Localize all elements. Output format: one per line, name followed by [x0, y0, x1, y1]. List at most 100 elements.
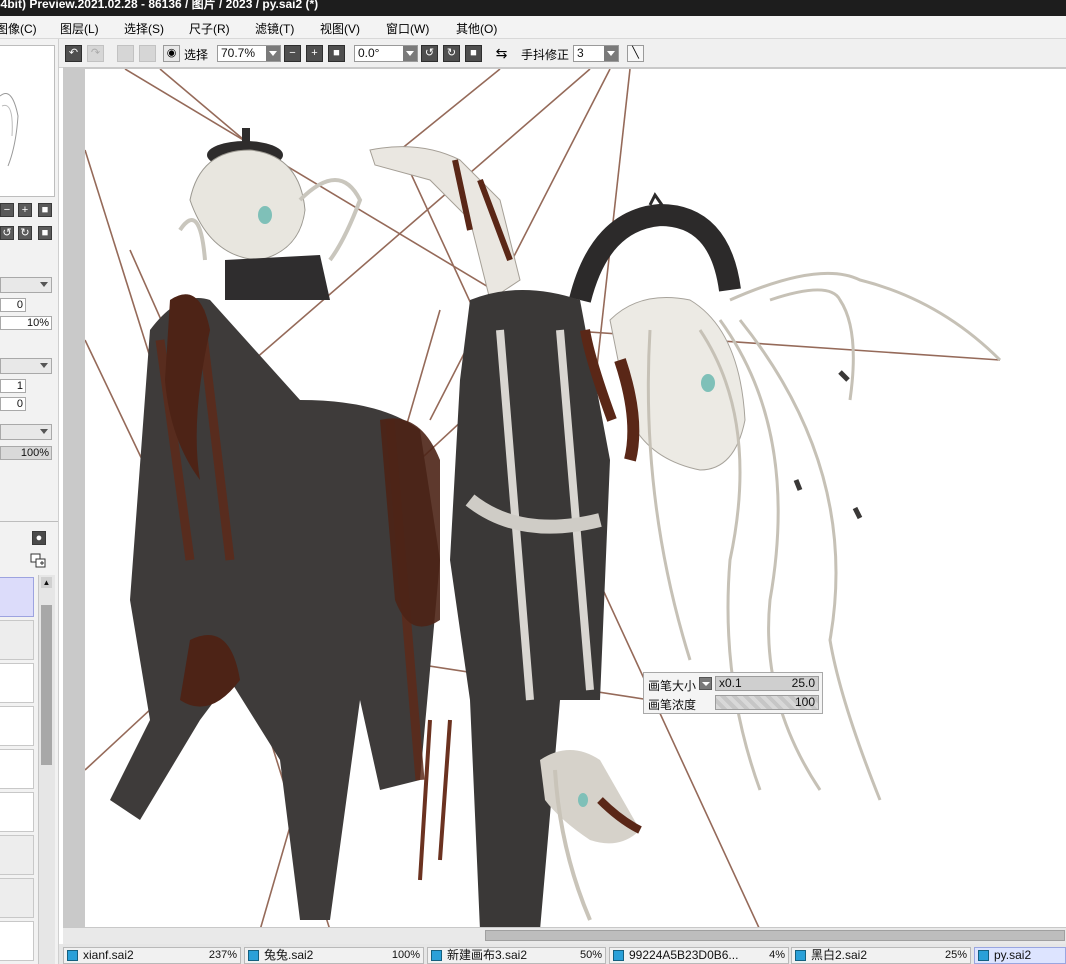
chevron-down-icon[interactable]: [403, 46, 417, 61]
doc-tab-name: py.sai2: [994, 948, 1032, 962]
doc-tab-name: 99224A5B23D0B6...: [629, 948, 739, 962]
zoom-combo[interactable]: 70.7%: [217, 45, 281, 62]
opacity-field[interactable]: 100%: [0, 446, 52, 460]
chevron-down-icon[interactable]: [266, 46, 280, 61]
doc-tab-99224a5b[interactable]: 99224A5B23D0B6... 4%: [609, 947, 789, 964]
brush-density-label: 画笔浓度: [648, 698, 697, 712]
doc-tab-xianf[interactable]: xianf.sai2 237%: [63, 947, 241, 964]
sai-file-icon: [795, 950, 806, 961]
layer-option-dropdown[interactable]: [0, 358, 52, 374]
canvas-horizontal-scrollbar[interactable]: [63, 927, 1066, 944]
undo-button[interactable]: ↶: [65, 45, 82, 62]
line-tool-icon[interactable]: ╲: [627, 45, 644, 62]
brush-density-slider[interactable]: 100: [715, 695, 819, 710]
zoom-out-button[interactable]: −: [284, 45, 301, 62]
nav-rotate-reset-button[interactable]: ■: [38, 226, 52, 240]
sai-file-icon: [67, 950, 78, 961]
stabilizer-label: 手抖修正: [521, 48, 570, 62]
zoom-reset-button[interactable]: ■: [328, 45, 345, 62]
doc-tab-zoom: 50%: [579, 949, 602, 961]
menu-layer[interactable]: 图层(L): [60, 20, 99, 37]
document-tab-bar: xianf.sai2 237% 兔兔.sai2 100% 新建画布3.sai2 …: [59, 944, 1066, 964]
size-range-chevron-icon[interactable]: [699, 677, 712, 690]
rotation-value: 0.0°: [358, 46, 380, 60]
rotation-combo[interactable]: 0.0°: [354, 45, 418, 62]
layer-row[interactable]: [0, 706, 34, 746]
panel-divider: [0, 521, 58, 522]
layer-row[interactable]: [0, 835, 34, 875]
blend-mode-dropdown[interactable]: [0, 277, 52, 293]
brush-settings-popup: 画笔大小 x0.1 25.0 画笔浓度 100: [643, 672, 823, 714]
doc-tab-name: 新建画布3.sai2: [447, 948, 528, 962]
sai-file-icon: [248, 950, 259, 961]
doc-tab-zoom: 100%: [391, 949, 420, 961]
doc-tab-heibai2[interactable]: 黑白2.sai2 25%: [791, 947, 971, 964]
sai-file-icon: [978, 950, 989, 961]
layer-row[interactable]: [0, 792, 34, 832]
flip-horizontal-icon[interactable]: ⇆: [493, 45, 510, 62]
layer-field-1[interactable]: 0: [0, 298, 26, 312]
layer-field-4[interactable]: 0: [0, 397, 26, 411]
invert-select-button[interactable]: [139, 45, 156, 62]
layer-row[interactable]: [0, 663, 34, 703]
artwork-illustration: [85, 69, 1002, 927]
doc-tab-zoom: 25%: [944, 949, 967, 961]
nav-zoom-reset-button[interactable]: ■: [38, 203, 52, 217]
brush-density-value: 100: [794, 695, 815, 709]
left-panel: − + ■ ↺ ↻ ■ 0 10% 1 0 100% ● ▲: [0, 39, 59, 964]
zoom-value: 70.7%: [221, 46, 256, 60]
menu-other[interactable]: 其他(O): [456, 20, 497, 37]
canvas-scroll-thumb[interactable]: [485, 930, 1065, 941]
layer-row-selected[interactable]: [0, 577, 34, 617]
menu-image[interactable]: 图像(C): [0, 20, 37, 37]
nav-zoom-out-button[interactable]: −: [0, 203, 14, 217]
layer-scroll-thumb[interactable]: [41, 605, 52, 765]
layer-row[interactable]: [0, 878, 34, 918]
chevron-down-icon[interactable]: [604, 46, 618, 61]
doc-tab-zoom: 237%: [208, 949, 237, 961]
redo-button[interactable]: ↷: [87, 45, 104, 62]
layer-scrollbar[interactable]: ▲: [38, 575, 55, 964]
navigator-thumbnail: [0, 93, 19, 167]
deselect-button[interactable]: [117, 45, 134, 62]
new-layer-set-button[interactable]: ●: [32, 531, 46, 545]
zoom-in-button[interactable]: +: [306, 45, 323, 62]
brush-size-label: 画笔大小: [648, 679, 697, 693]
menu-window[interactable]: 窗口(W): [386, 20, 429, 37]
navigator-preview[interactable]: [0, 45, 55, 197]
nav-rotate-right-button[interactable]: ↻: [18, 226, 32, 240]
drawing-canvas[interactable]: [85, 69, 1066, 927]
doc-tab-name: xianf.sai2: [83, 948, 134, 962]
menu-ruler[interactable]: 尺子(R): [189, 20, 230, 37]
window-title: 64bit) Preview.2021.02.28 - 86136 / 图片 /…: [0, 0, 319, 11]
menu-filter[interactable]: 滤镜(T): [255, 20, 294, 37]
texture-dropdown[interactable]: [0, 424, 52, 440]
select-toggle-label[interactable]: 选择: [184, 46, 208, 63]
layer-row[interactable]: [0, 620, 34, 660]
eye-icon[interactable]: ◉: [163, 45, 180, 62]
layer-row[interactable]: [0, 749, 34, 789]
doc-tab-zoom: 4%: [769, 949, 785, 961]
nav-zoom-in-button[interactable]: +: [18, 203, 32, 217]
menu-view[interactable]: 视图(V): [320, 20, 360, 37]
toolbar: ↶ ↷ ◉ 选择 70.7% − + ■ 0.0° ↺ ↻ ■ ⇆ 手抖修正 3…: [59, 39, 1066, 68]
doc-tab-py-active[interactable]: py.sai2: [974, 947, 1066, 964]
layer-field-2[interactable]: 10%: [0, 316, 52, 330]
stabilizer-combo[interactable]: 3: [573, 45, 619, 62]
layer-field-3[interactable]: 1: [0, 379, 26, 393]
doc-tab-new-canvas3[interactable]: 新建画布3.sai2 50%: [427, 947, 606, 964]
menu-bar: 图像(C) 图层(L) 选择(S) 尺子(R) 滤镜(T) 视图(V) 窗口(W…: [0, 16, 1066, 39]
menu-select[interactable]: 选择(S): [124, 20, 164, 37]
sai-file-icon: [431, 950, 442, 961]
doc-tab-tutu[interactable]: 兔兔.sai2 100%: [244, 947, 424, 964]
brush-size-slider[interactable]: x0.1 25.0: [715, 676, 819, 691]
new-layer-icon[interactable]: [30, 553, 48, 569]
rotate-right-button[interactable]: ↻: [443, 45, 460, 62]
layer-row[interactable]: [0, 921, 34, 961]
rotate-reset-button[interactable]: ■: [465, 45, 482, 62]
nav-rotate-left-button[interactable]: ↺: [0, 226, 14, 240]
brush-size-multiplier: x0.1: [719, 676, 742, 690]
scroll-up-icon[interactable]: ▲: [41, 577, 52, 588]
rotate-left-button[interactable]: ↺: [421, 45, 438, 62]
stabilizer-value: 3: [577, 46, 584, 60]
